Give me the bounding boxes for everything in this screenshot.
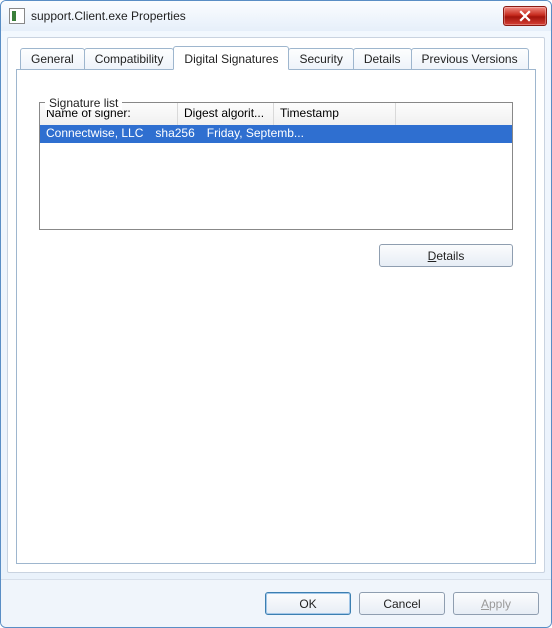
details-row: Details [39, 244, 513, 267]
details-button[interactable]: Details [379, 244, 513, 267]
apply-button[interactable]: Apply [453, 592, 539, 615]
tab-general[interactable]: General [20, 48, 85, 70]
signature-list-group: Signature list Name of signer: Digest al… [39, 88, 513, 267]
tab-panel: Signature list Name of signer: Digest al… [16, 69, 536, 564]
tab-compatibility[interactable]: Compatibility [84, 48, 175, 70]
client-area: General Compatibility Digital Signatures… [7, 37, 545, 573]
signature-row[interactable]: Connectwise, LLC sha256 Friday, Septemb.… [40, 125, 512, 143]
tab-details[interactable]: Details [353, 48, 412, 70]
tab-previous-versions[interactable]: Previous Versions [411, 48, 529, 70]
tab-digital-signatures[interactable]: Digital Signatures [173, 46, 289, 70]
cell-digest: sha256 [149, 125, 200, 143]
cancel-button[interactable]: Cancel [359, 592, 445, 615]
signature-listview[interactable]: Name of signer: Digest algorit... Timest… [39, 102, 513, 230]
ok-button[interactable]: OK [265, 592, 351, 615]
close-icon [519, 10, 531, 22]
cell-signer: Connectwise, LLC [40, 125, 149, 143]
group-label: Signature list [45, 96, 122, 110]
close-button[interactable] [503, 6, 547, 26]
window-title: support.Client.exe Properties [31, 9, 503, 23]
tab-security[interactable]: Security [288, 48, 353, 70]
col-timestamp[interactable]: Timestamp [274, 103, 396, 125]
tab-strip: General Compatibility Digital Signatures… [16, 46, 536, 70]
titlebar: support.Client.exe Properties [1, 1, 551, 31]
app-icon [9, 8, 25, 24]
col-digest[interactable]: Digest algorit... [178, 103, 274, 125]
properties-window: support.Client.exe Properties General Co… [0, 0, 552, 628]
cell-timestamp: Friday, Septemb... [201, 125, 310, 143]
dialog-footer: OK Cancel Apply [1, 579, 551, 627]
col-spacer [396, 103, 512, 125]
